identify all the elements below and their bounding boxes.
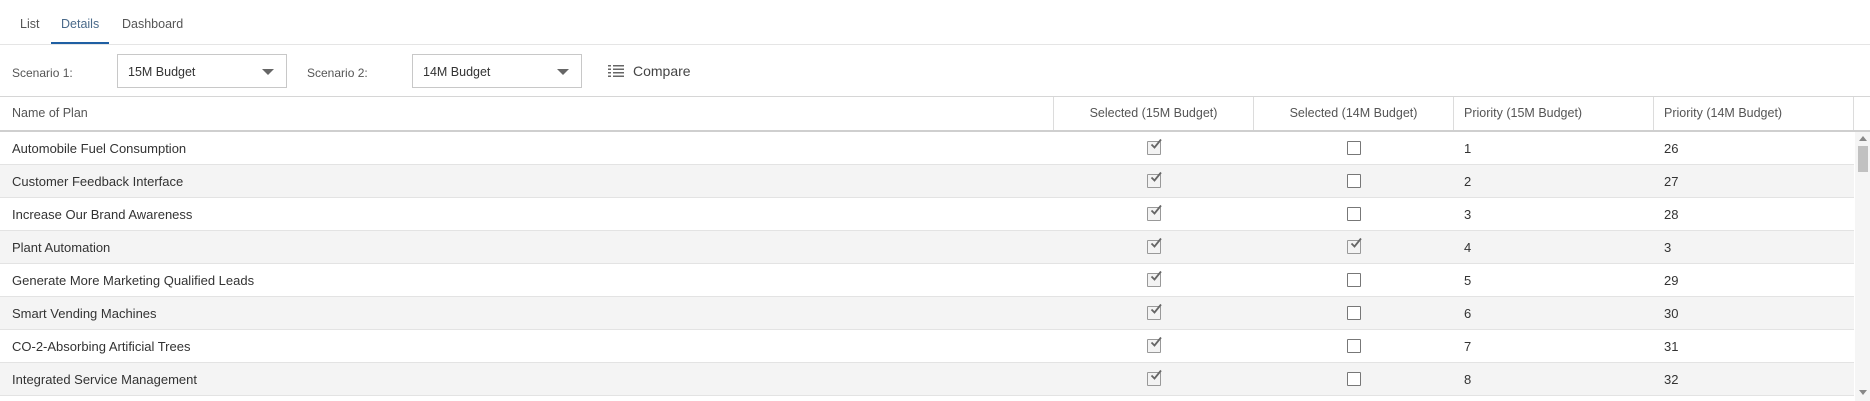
- chevron-down-icon: [557, 69, 569, 75]
- scroll-up-icon[interactable]: [1859, 136, 1867, 141]
- selected-14m-checkbox[interactable]: [1347, 174, 1361, 188]
- compare-label: Compare: [633, 63, 691, 79]
- priority-14m: 29: [1664, 273, 1679, 288]
- selected-15m-checkbox[interactable]: [1147, 303, 1162, 320]
- plan-name: Increase Our Brand Awareness: [12, 207, 193, 222]
- grid-body: Automobile Fuel Consumption 1 26 Customer F…: [0, 132, 1854, 401]
- selected-14m-checkbox[interactable]: [1347, 141, 1361, 155]
- priority-14m: 32: [1664, 372, 1679, 387]
- priority-14m: 26: [1664, 141, 1679, 156]
- col-name-of-plan[interactable]: Name of Plan: [0, 97, 1054, 130]
- scroll-down-icon[interactable]: [1859, 390, 1867, 395]
- scenario1-value: 15M Budget: [128, 65, 196, 79]
- col-selected-15m[interactable]: Selected (15M Budget): [1054, 97, 1254, 130]
- plan-name: Smart Vending Machines: [12, 306, 157, 321]
- chevron-down-icon: [262, 69, 274, 75]
- tab-list[interactable]: List: [20, 17, 39, 44]
- plan-name: Customer Feedback Interface: [12, 174, 184, 189]
- scenario1-select[interactable]: 15M Budget: [117, 54, 287, 88]
- selected-14m-checkbox[interactable]: [1347, 207, 1361, 221]
- scroll-thumb[interactable]: [1858, 146, 1868, 172]
- table-row[interactable]: Plant Automation 4 3: [0, 231, 1854, 264]
- priority-15m: 7: [1464, 339, 1472, 354]
- selected-14m-checkbox[interactable]: [1347, 237, 1362, 254]
- table-row[interactable]: Smart Vending Machines 6 30: [0, 297, 1854, 330]
- table-row[interactable]: Increase Our Brand Awareness 3 28: [0, 198, 1854, 231]
- priority-15m: 5: [1464, 273, 1472, 288]
- priority-15m: 2: [1464, 174, 1472, 189]
- priority-14m: 30: [1664, 306, 1679, 321]
- tab-dashboard[interactable]: Dashboard: [122, 17, 183, 44]
- priority-15m: 1: [1464, 141, 1472, 156]
- selected-14m-checkbox[interactable]: [1347, 339, 1361, 353]
- col-selected-14m[interactable]: Selected (14M Budget): [1254, 97, 1454, 130]
- selected-15m-checkbox[interactable]: [1147, 204, 1162, 221]
- grid-header: Name of Plan Selected (15M Budget) Selec…: [0, 97, 1870, 132]
- plan-name: Generate More Marketing Qualified Leads: [12, 273, 255, 288]
- selected-14m-checkbox[interactable]: [1347, 372, 1361, 386]
- table-row[interactable]: Generate More Marketing Qualified Leads 5…: [0, 264, 1854, 297]
- priority-15m: 4: [1464, 240, 1472, 255]
- plan-name: Plant Automation: [12, 240, 111, 255]
- priority-14m: 27: [1664, 174, 1679, 189]
- col-priority-15m[interactable]: Priority (15M Budget): [1454, 97, 1654, 130]
- plans-grid: Name of Plan Selected (15M Budget) Selec…: [0, 96, 1870, 401]
- selected-15m-checkbox[interactable]: [1147, 369, 1162, 386]
- scenario2-select[interactable]: 14M Budget: [412, 54, 582, 88]
- priority-14m: 28: [1664, 207, 1679, 222]
- scenario2-value: 14M Budget: [423, 65, 491, 79]
- scenario2-label: Scenario 2:: [307, 66, 368, 80]
- selected-15m-checkbox[interactable]: [1147, 270, 1162, 287]
- priority-15m: 3: [1464, 207, 1472, 222]
- plan-name: Automobile Fuel Consumption: [12, 141, 187, 156]
- scenario-toolbar: Scenario 1: 15M Budget Scenario 2: 14M B…: [0, 45, 1870, 97]
- priority-15m: 8: [1464, 372, 1472, 387]
- selected-15m-checkbox[interactable]: [1147, 336, 1162, 353]
- list-compare-icon: [608, 65, 624, 77]
- selected-14m-checkbox[interactable]: [1347, 306, 1361, 320]
- priority-14m: 31: [1664, 339, 1679, 354]
- selected-15m-checkbox[interactable]: [1147, 237, 1162, 254]
- plan-name: Integrated Service Management: [12, 372, 197, 387]
- priority-14m: 3: [1664, 240, 1672, 255]
- table-row[interactable]: Customer Feedback Interface 2 27: [0, 165, 1854, 198]
- selected-15m-checkbox[interactable]: [1147, 171, 1162, 188]
- col-priority-14m[interactable]: Priority (14M Budget): [1654, 97, 1854, 130]
- tab-details[interactable]: Details: [51, 17, 110, 44]
- selected-15m-checkbox[interactable]: [1147, 138, 1162, 155]
- vertical-scrollbar[interactable]: [1855, 132, 1870, 401]
- priority-15m: 6: [1464, 306, 1472, 321]
- table-row[interactable]: CO-2-Absorbing Artificial Trees 7 31: [0, 330, 1854, 363]
- table-row[interactable]: Automobile Fuel Consumption 1 26: [0, 132, 1854, 165]
- selected-14m-checkbox[interactable]: [1347, 273, 1361, 287]
- plan-name: CO-2-Absorbing Artificial Trees: [12, 339, 191, 354]
- table-row[interactable]: Integrated Service Management 8 32: [0, 363, 1854, 396]
- scenario1-label: Scenario 1:: [12, 66, 73, 80]
- view-tabs: List Details Dashboard: [0, 0, 1870, 45]
